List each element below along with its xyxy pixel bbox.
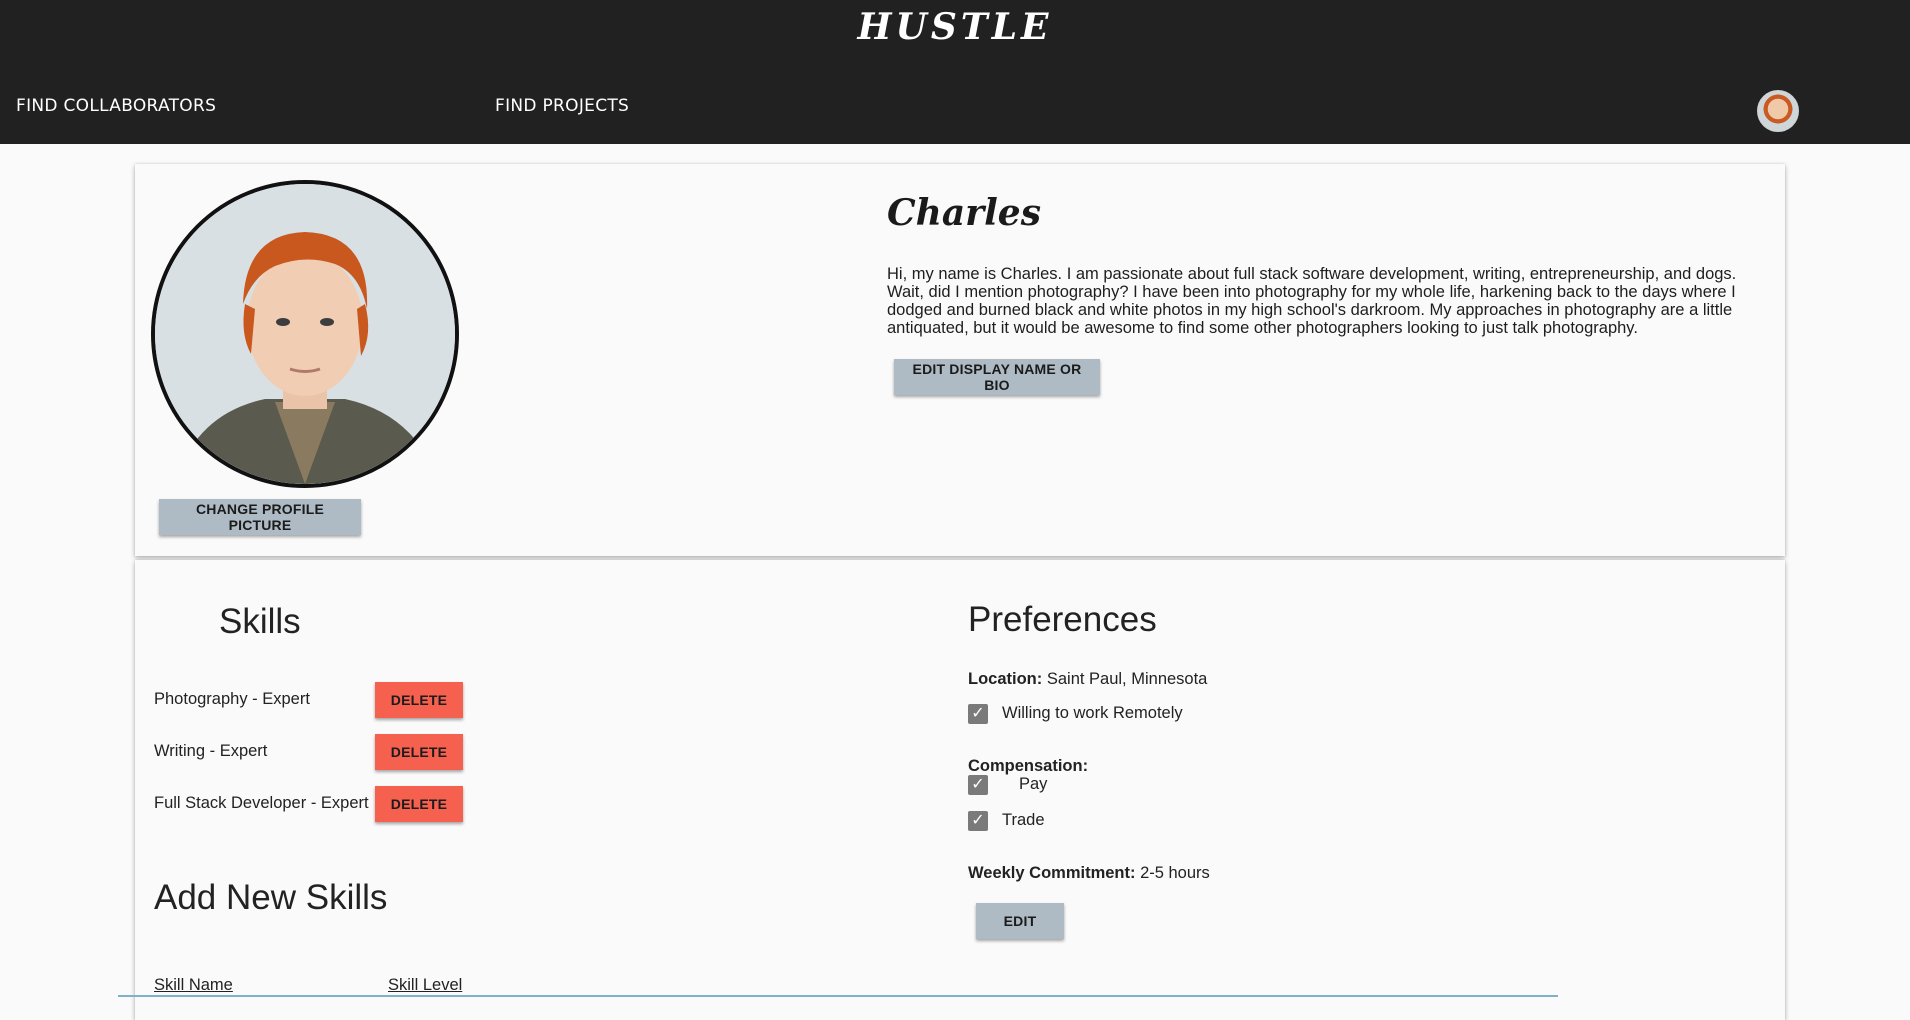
change-profile-picture-button[interactable]: CHANGE PROFILE PICTURE bbox=[159, 499, 361, 535]
commitment-value: 2-5 hours bbox=[1140, 864, 1210, 882]
location-value: Saint Paul, Minnesota bbox=[1046, 670, 1208, 688]
top-navbar: HUSTLE FIND COLLABORATORS FIND PROJECTS bbox=[0, 0, 1910, 144]
user-avatar[interactable] bbox=[1757, 90, 1799, 132]
brand-logo[interactable]: HUSTLE bbox=[0, 6, 1910, 48]
compensation-label: Compensation: bbox=[968, 757, 1088, 776]
bio-text: Hi, my name is Charles. I am passionate … bbox=[887, 265, 1737, 337]
profile-photo bbox=[151, 180, 459, 488]
trade-label: Trade bbox=[1002, 811, 1045, 829]
delete-skill-button[interactable]: DELETE bbox=[375, 786, 463, 822]
skill-name-column-header: Skill Name bbox=[154, 976, 233, 994]
pay-checkbox[interactable]: ✓ bbox=[968, 775, 988, 795]
skill-label: Photography - Expert bbox=[154, 690, 310, 708]
remote-checkbox[interactable]: ✓ bbox=[968, 704, 988, 724]
trade-checkbox[interactable]: ✓ bbox=[968, 811, 988, 831]
nav-find-projects[interactable]: FIND PROJECTS bbox=[495, 96, 629, 116]
add-skills-heading: Add New Skills bbox=[154, 878, 388, 917]
details-card: Skills Photography - Expert DELETE Writi… bbox=[135, 560, 1785, 1020]
edit-display-name-button[interactable]: EDIT DISPLAY NAME OR BIO bbox=[894, 359, 1100, 395]
nav-find-collaborators[interactable]: FIND COLLABORATORS bbox=[16, 96, 216, 116]
remote-label: Willing to work Remotely bbox=[1002, 704, 1183, 722]
delete-skill-button[interactable]: DELETE bbox=[375, 734, 463, 770]
edit-preferences-button[interactable]: EDIT bbox=[976, 903, 1064, 939]
location-label: Location: bbox=[968, 670, 1043, 688]
preferences-heading: Preferences bbox=[968, 600, 1157, 639]
delete-skill-button[interactable]: DELETE bbox=[375, 682, 463, 718]
compensation-title: Compensation: bbox=[968, 757, 1089, 775]
skill-level-column-header: Skill Level bbox=[388, 976, 463, 994]
skill-label: Writing - Expert bbox=[154, 742, 268, 760]
commitment-label: Weekly Commitment: bbox=[968, 864, 1136, 882]
location-row: Location: Saint Paul, Minnesota bbox=[968, 670, 1207, 689]
skills-heading: Skills bbox=[219, 602, 301, 641]
person-portrait-icon bbox=[155, 184, 455, 484]
skill-label: Full Stack Developer - Expert bbox=[154, 794, 369, 812]
commitment-row: Weekly Commitment: 2-5 hours bbox=[968, 864, 1210, 883]
pay-label: Pay bbox=[1019, 775, 1048, 793]
profile-card: CHANGE PROFILE PICTURE Charles Hi, my na… bbox=[135, 164, 1785, 556]
display-name: Charles bbox=[887, 192, 1041, 234]
